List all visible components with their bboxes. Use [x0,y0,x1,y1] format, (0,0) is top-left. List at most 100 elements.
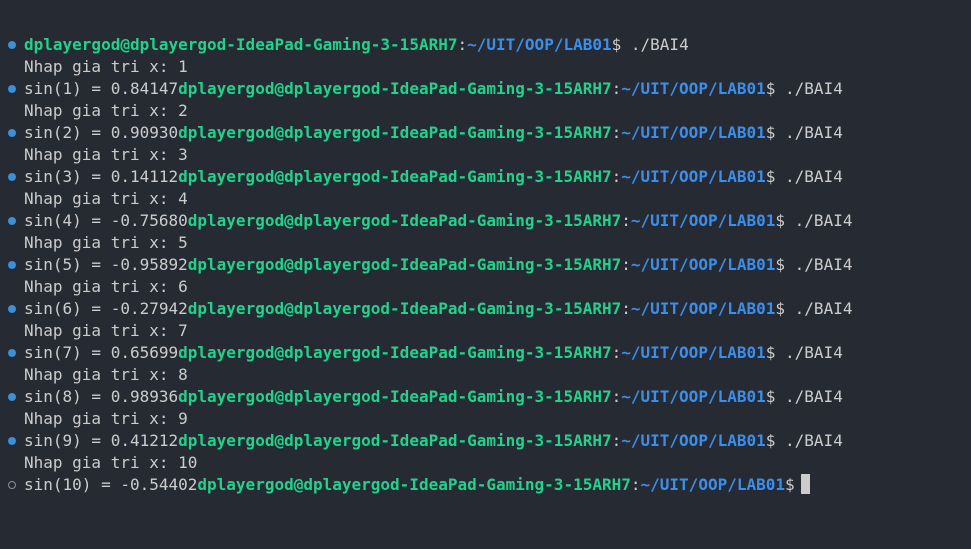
command-success-dot-icon[interactable] [8,349,16,357]
prompt-user-host: dplayergod@dplayergod-IdeaPad-Gaming-3-1… [178,123,612,142]
prompt-symbol: $ [611,35,622,54]
command-success-dot-icon[interactable] [8,217,16,225]
prompt-user-host: dplayergod@dplayergod-IdeaPad-Gaming-3-1… [178,387,612,406]
terminal-panel[interactable]: dplayergod@dplayergod-IdeaPad-Gaming-3-1… [0,0,971,549]
command-pending-circle-icon[interactable] [8,481,16,489]
prompt-path: ~/UIT/OOP/LAB01 [630,211,776,230]
prompt-separator: : [611,79,622,98]
prompt-path: ~/UIT/OOP/LAB01 [630,299,776,318]
prompt-user-host: dplayergod@dplayergod-IdeaPad-Gaming-3-1… [178,167,612,186]
terminal-line: sin(6) = -0.27942dplayergod@dplayergod-I… [0,298,971,320]
terminal-line: Nhap gia tri x: 7 [0,320,971,342]
command-success-dot-icon[interactable] [8,305,16,313]
typed-command: ./BAI4 [785,299,853,318]
program-output: sin(6) = -0.27942 [24,299,188,318]
program-output: sin(3) = 0.14112 [24,167,179,186]
prompt-user-host: dplayergod@dplayergod-IdeaPad-Gaming-3-1… [178,79,612,98]
prompt-separator: : [611,431,622,450]
prompt-separator: : [611,167,622,186]
terminal-line: sin(9) = 0.41212dplayergod@dplayergod-Id… [0,430,971,452]
prompt-separator: : [630,475,641,494]
typed-command: ./BAI4 [775,343,843,362]
program-output: Nhap gia tri x: 10 [24,453,198,472]
prompt-separator: : [611,123,622,142]
prompt-separator: : [611,387,622,406]
terminal-line: Nhap gia tri x: 8 [0,364,971,386]
prompt-path: ~/UIT/OOP/LAB01 [621,79,766,98]
prompt-symbol: $ [765,431,776,450]
terminal-line: sin(10) = -0.54402dplayergod@dplayergod-… [0,474,971,496]
typed-command: ./BAI4 [785,211,853,230]
program-output: sin(2) = 0.90930 [24,123,179,142]
prompt-separator: : [621,299,631,318]
terminal-line: Nhap gia tri x: 3 [0,144,971,166]
terminal-line: Nhap gia tri x: 9 [0,408,971,430]
terminal-line: sin(5) = -0.95892dplayergod@dplayergod-I… [0,254,971,276]
typed-command: ./BAI4 [775,167,843,186]
terminal-line: Nhap gia tri x: 2 [0,100,971,122]
program-output: sin(9) = 0.41212 [24,431,179,450]
prompt-user-host: dplayergod@dplayergod-IdeaPad-Gaming-3-1… [178,431,612,450]
prompt-path: ~/UIT/OOP/LAB01 [640,475,786,494]
prompt-path: ~/UIT/OOP/LAB01 [621,123,766,142]
prompt-symbol: $ [785,475,795,494]
prompt-symbol: $ [765,79,776,98]
prompt-user-host: dplayergod@dplayergod-IdeaPad-Gaming-3-1… [197,475,631,494]
text-cursor[interactable] [800,474,810,494]
prompt-separator: : [621,211,631,230]
terminal-line: sin(4) = -0.75680dplayergod@dplayergod-I… [0,210,971,232]
prompt-symbol: $ [775,211,786,230]
prompt-user-host: dplayergod@dplayergod-IdeaPad-Gaming-3-1… [187,255,622,274]
command-success-dot-icon[interactable] [8,129,16,137]
program-output: Nhap gia tri x: 7 [24,321,188,340]
typed-command: ./BAI4 [621,35,689,54]
program-output: sin(1) = 0.84147 [24,79,179,98]
prompt-symbol: $ [775,255,786,274]
command-success-dot-icon[interactable] [8,261,16,269]
program-output: sin(5) = -0.95892 [24,255,188,274]
prompt-separator: : [621,255,631,274]
program-output: sin(4) = -0.75680 [24,211,188,230]
terminal-line: sin(8) = 0.98936dplayergod@dplayergod-Id… [0,386,971,408]
terminal-output: dplayergod@dplayergod-IdeaPad-Gaming-3-1… [0,34,971,496]
program-output: Nhap gia tri x: 1 [24,57,188,76]
terminal-line: Nhap gia tri x: 4 [0,188,971,210]
terminal-line: dplayergod@dplayergod-IdeaPad-Gaming-3-1… [0,34,971,56]
command-success-dot-icon[interactable] [8,393,16,401]
program-output: Nhap gia tri x: 6 [24,277,188,296]
prompt-user-host: dplayergod@dplayergod-IdeaPad-Gaming-3-1… [187,299,622,318]
typed-command: ./BAI4 [775,431,843,450]
program-output: Nhap gia tri x: 9 [24,409,188,428]
prompt-symbol: $ [775,299,786,318]
prompt-symbol: $ [765,123,776,142]
prompt-path: ~/UIT/OOP/LAB01 [621,343,766,362]
terminal-line: sin(1) = 0.84147dplayergod@dplayergod-Id… [0,78,971,100]
prompt-separator: : [611,343,622,362]
program-output: Nhap gia tri x: 8 [24,365,188,384]
typed-command: ./BAI4 [785,255,853,274]
terminal-line: sin(7) = 0.65699dplayergod@dplayergod-Id… [0,342,971,364]
prompt-path: ~/UIT/OOP/LAB01 [621,431,766,450]
prompt-user-host: dplayergod@dplayergod-IdeaPad-Gaming-3-1… [178,343,612,362]
prompt-path: ~/UIT/OOP/LAB01 [467,35,612,54]
terminal-line: sin(3) = 0.14112dplayergod@dplayergod-Id… [0,166,971,188]
terminal-line: Nhap gia tri x: 10 [0,452,971,474]
prompt-separator: : [457,35,468,54]
command-success-dot-icon[interactable] [8,437,16,445]
typed-command: ./BAI4 [775,79,843,98]
terminal-line: Nhap gia tri x: 6 [0,276,971,298]
program-output: sin(10) = -0.54402 [24,475,198,494]
terminal-line: sin(2) = 0.90930dplayergod@dplayergod-Id… [0,122,971,144]
command-success-dot-icon[interactable] [8,41,16,49]
prompt-symbol: $ [765,387,776,406]
prompt-user-host: dplayergod@dplayergod-IdeaPad-Gaming-3-1… [24,35,458,54]
command-success-dot-icon[interactable] [8,85,16,93]
terminal-line: Nhap gia tri x: 1 [0,56,971,78]
typed-command: ./BAI4 [775,387,843,406]
program-output: Nhap gia tri x: 4 [24,189,188,208]
prompt-symbol: $ [765,167,776,186]
terminal-line: Nhap gia tri x: 5 [0,232,971,254]
typed-command: ./BAI4 [775,123,843,142]
program-output: Nhap gia tri x: 3 [24,145,188,164]
command-success-dot-icon[interactable] [8,173,16,181]
